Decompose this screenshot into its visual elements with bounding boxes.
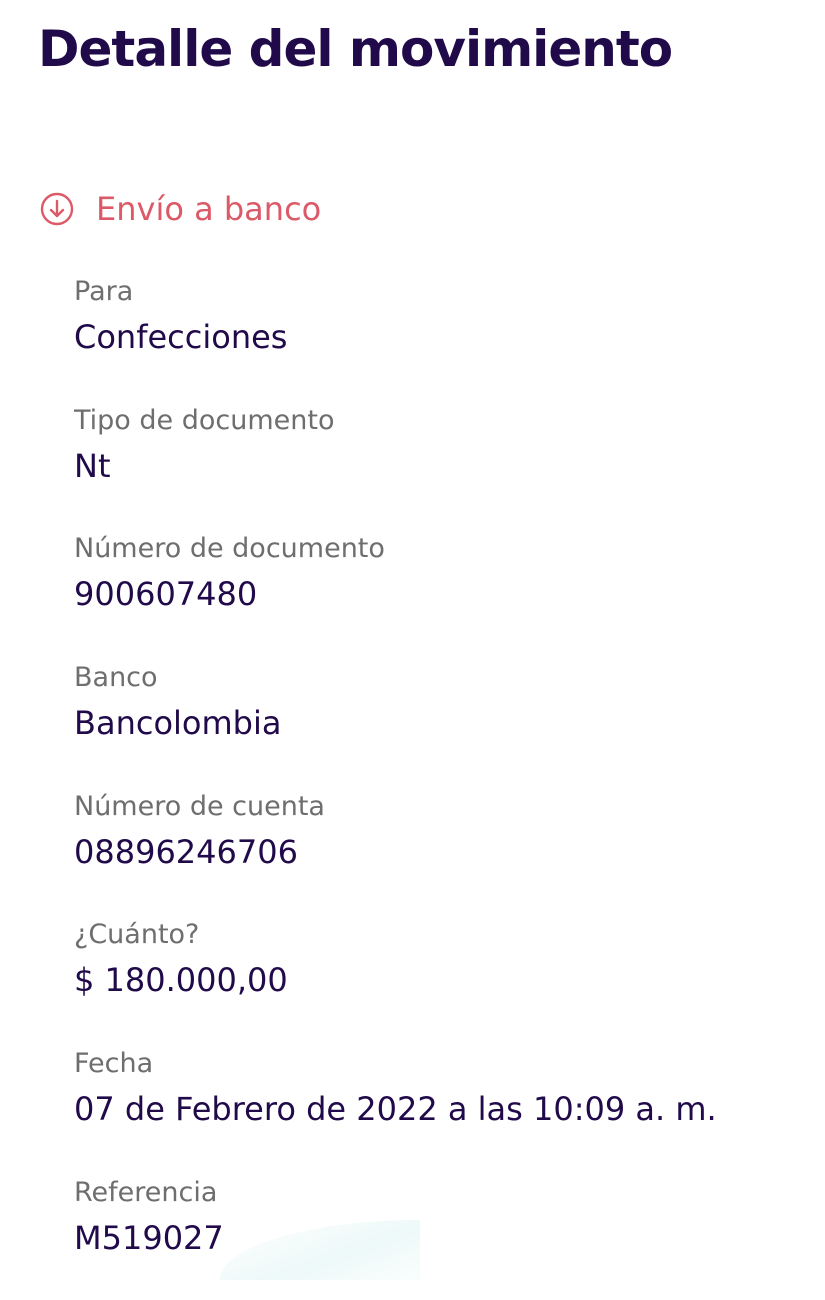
field-value: Nt [74,446,111,485]
field-value: 07 de Febrero de 2022 a las 10:09 a. m. [74,1090,717,1129]
transaction-type: Envío a banco [40,188,321,230]
field-date: Fecha 07 de Febrero de 2022 a las 10:09 … [74,1042,814,1171]
field-label: Fecha [74,1048,154,1080]
field-value: Bancolombia [74,704,282,743]
field-value: Confecciones [74,318,288,356]
field-document-type: Tipo de documento Nt [74,399,814,528]
field-label: Número de documento [74,533,385,565]
field-label: Para [74,276,134,307]
transaction-type-label: Envío a banco [96,190,322,228]
field-account-number: Número de cuenta 08896246706 [74,785,814,914]
field-label: Referencia [74,1176,218,1208]
field-value: 900607480 [74,575,258,614]
field-value: 08896246706 [74,832,298,871]
field-bank: Banco Bancolombia [74,656,814,785]
field-value: M519027 [74,1218,224,1257]
field-label: Tipo de documento [74,404,335,436]
page-title: Detalle del movimiento [38,20,673,78]
transaction-details: Para Confecciones Tipo de documento Nt N… [74,270,814,1300]
field-amount: ¿Cuánto? $ 180.000,00 [74,913,814,1042]
field-label: Banco [74,662,158,694]
field-reference: Referencia M519027 [74,1171,814,1300]
field-label: Número de cuenta [74,790,325,822]
field-recipient: Para Confecciones [74,270,814,399]
field-document-number: Número de documento 900607480 [74,527,814,656]
arrow-down-circle-icon [40,192,74,226]
field-value: $ 180.000,00 [74,961,288,1000]
field-label: ¿Cuánto? [74,919,200,951]
